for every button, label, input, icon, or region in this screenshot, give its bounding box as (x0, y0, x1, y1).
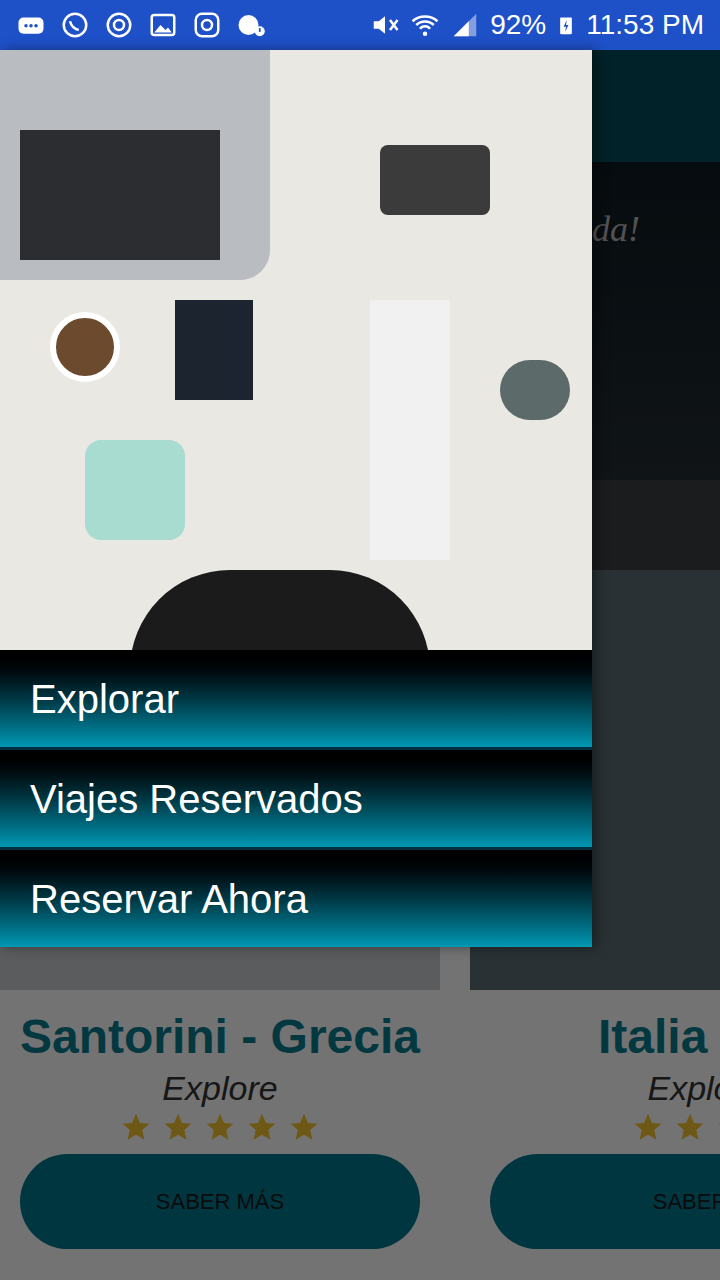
drawer-menu: Explorar Viajes Reservados Reservar Ahora (0, 650, 592, 947)
mute-icon (370, 10, 400, 40)
status-bar: 92% 11:53 PM (0, 0, 720, 50)
drawer-item[interactable]: Explorar (0, 650, 592, 747)
navigation-drawer: Explorar Viajes Reservados Reservar Ahora (0, 50, 592, 947)
system-icons: 92% 11:53 PM (370, 10, 704, 40)
sync-icon (104, 10, 134, 40)
notification-icons (16, 10, 266, 40)
whatsapp-icon (60, 10, 90, 40)
alert-icon (236, 10, 266, 40)
clock: 11:53 PM (586, 11, 704, 39)
battery-percent: 92% (490, 11, 546, 39)
drawer-item-label: Explorar (30, 675, 179, 723)
battery-icon (556, 10, 576, 40)
drawer-item-label: Reservar Ahora (30, 875, 308, 923)
drawer-header-photo (0, 50, 592, 650)
instagram-icon (192, 10, 222, 40)
drawer-item[interactable]: Viajes Reservados (0, 750, 592, 847)
drawer-item[interactable]: Reservar Ahora (0, 850, 592, 947)
wifi-icon (410, 10, 440, 40)
drawer-item-label: Viajes Reservados (30, 775, 363, 823)
messages-icon (16, 10, 46, 40)
gallery-icon (148, 10, 178, 40)
signal-icon (450, 10, 480, 40)
